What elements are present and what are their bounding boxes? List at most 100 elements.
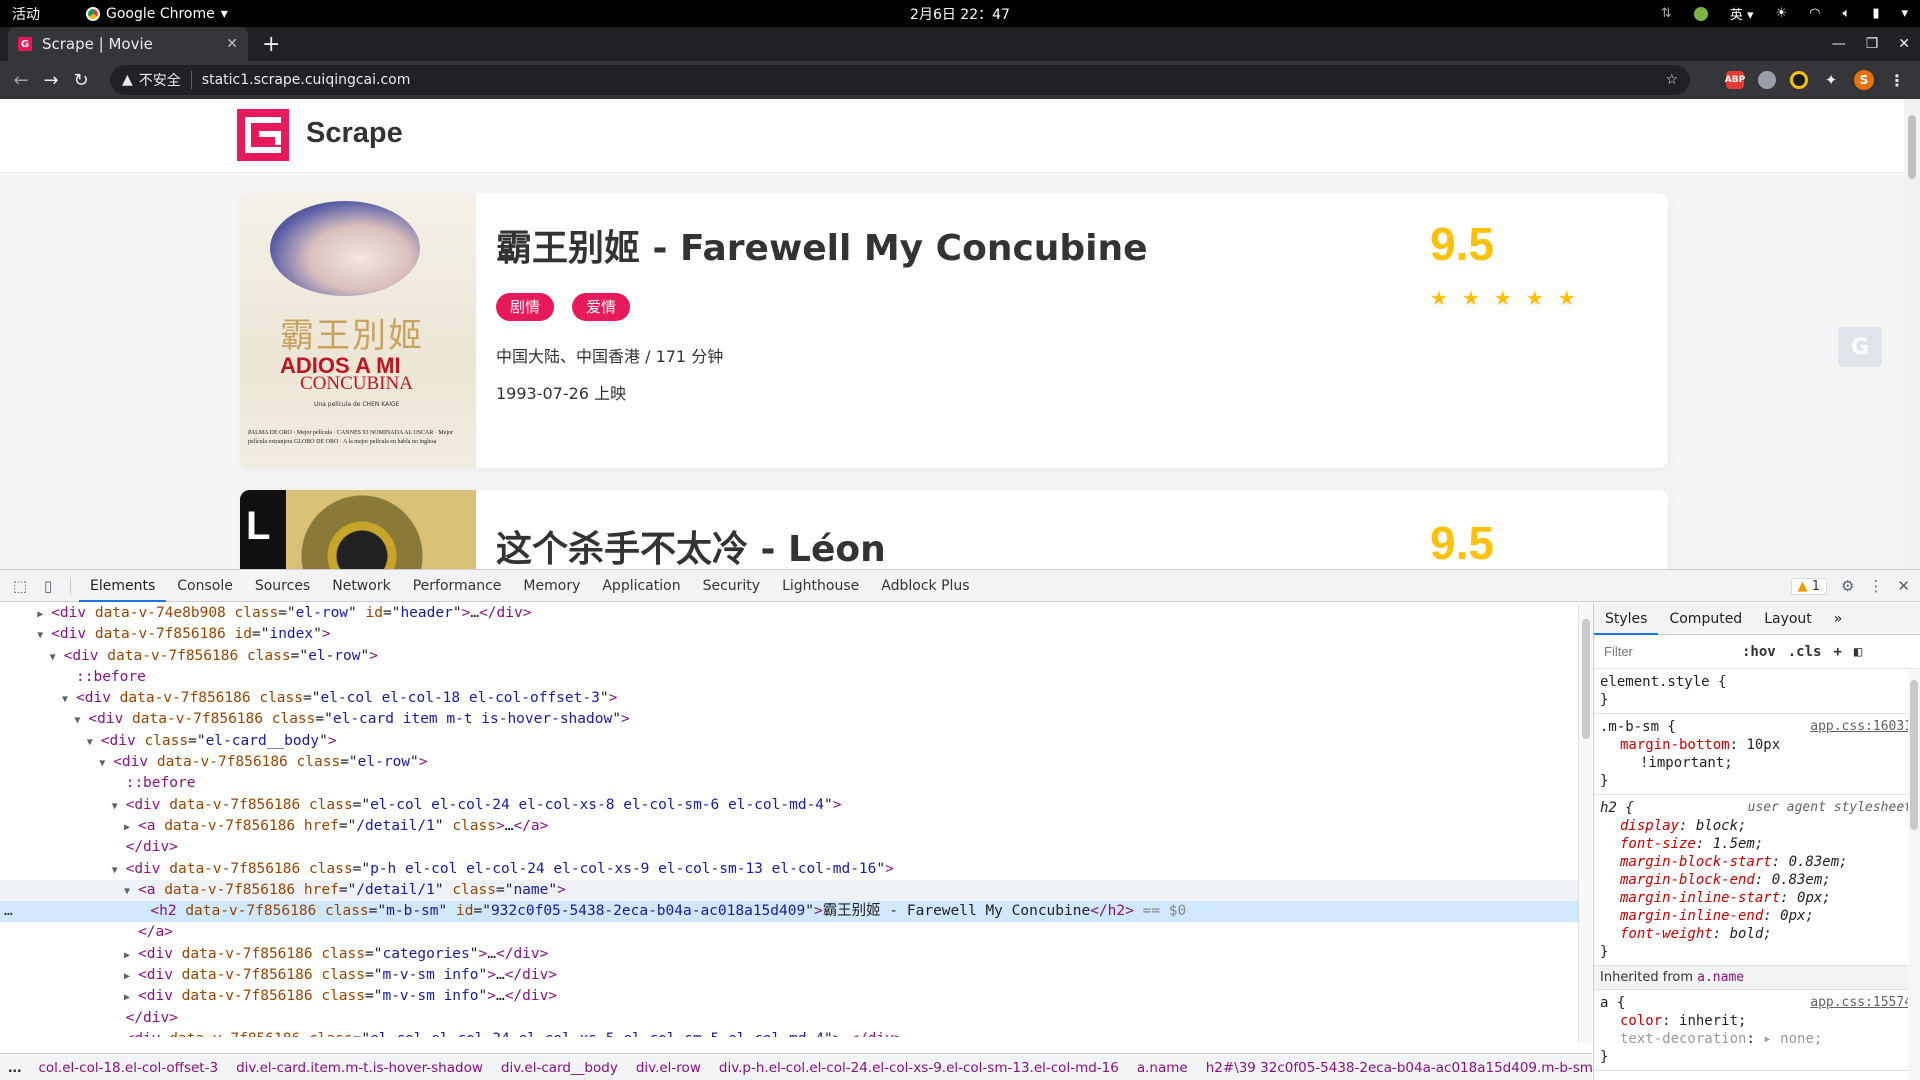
css-rule-a[interactable]: a { app.css:15574 color: inherit; text-de… (1594, 990, 1920, 1071)
collapsed-triangle-icon[interactable]: ▶ (37, 604, 51, 625)
devtools-tab-application[interactable]: Application (591, 570, 691, 602)
dom-node[interactable]: </a> (0, 922, 1578, 943)
dom-node[interactable]: ▶ <div data-v-7f856186 class="categories"… (0, 944, 1578, 965)
ghostery-icon[interactable] (1758, 71, 1776, 89)
dom-node[interactable]: ▼ <div data-v-7f856186 id="index"> (0, 624, 1578, 645)
devtools-tab-elements[interactable]: Elements (79, 570, 167, 602)
css-property[interactable]: color: inherit; (1600, 1012, 1914, 1030)
css-property[interactable]: margin-bottom: 10px (1600, 736, 1914, 754)
dom-tree-scrollbar[interactable] (1578, 603, 1592, 1043)
css-rule-h2-user-agent[interactable]: h2 { user agent stylesheet display: bloc… (1594, 795, 1920, 966)
expanded-triangle-icon[interactable]: ▼ (74, 710, 88, 731)
new-style-rule-icon[interactable]: + (1833, 644, 1841, 660)
clock[interactable]: 2月6日 22：47 (910, 4, 1010, 24)
close-window-icon[interactable]: ✕ (1898, 36, 1910, 52)
elements-dom-tree[interactable]: ▶ <div data-v-74e8b908 class="el-row" id=… (0, 603, 1578, 1037)
node-actions-icon[interactable]: … (4, 901, 13, 922)
devtools-tab-memory[interactable]: Memory (512, 570, 591, 602)
tab-layout[interactable]: Layout (1753, 603, 1823, 635)
css-property[interactable]: font-size: 1.5em; (1600, 835, 1914, 853)
devtools-tab-security[interactable]: Security (692, 570, 772, 602)
dom-node[interactable]: ▼ <a data-v-7f856186 href="/detail/1" cla… (0, 879, 1578, 902)
css-property[interactable]: margin-block-end: 0.83em; (1600, 871, 1914, 889)
collapsed-triangle-icon[interactable]: ▶ (124, 966, 138, 987)
element-style-rule[interactable]: element.style { } (1594, 669, 1920, 714)
dom-tree-scrollbar-thumb[interactable] (1582, 619, 1590, 739)
expanded-triangle-icon[interactable]: ▼ (87, 732, 101, 753)
breadcrumb-overflow-icon[interactable]: … (0, 1060, 30, 1076)
styles-pane-scrollbar-thumb[interactable] (1910, 680, 1918, 830)
dom-node[interactable]: ▶ <a data-v-7f856186 href="/detail/1" cla… (0, 816, 1578, 837)
css-property[interactable]: display: block; (1600, 817, 1914, 835)
breadcrumb-item[interactable]: h2#\39 32c0f05-5438-2eca-b04a-ac018a15d4… (1197, 1060, 1592, 1076)
rule-source-link[interactable]: app.css:15574 (1810, 994, 1912, 1012)
dom-node[interactable]: ::before (0, 667, 1578, 688)
dom-node[interactable]: ▼ <div data-v-7f856186 class="el-row"> (0, 752, 1578, 773)
address-bar[interactable]: ▲ 不安全 static1.scrape.cuiqingcai.com ☆ (110, 65, 1690, 95)
toggle-sidebar-icon[interactable]: ◧ (1854, 644, 1862, 660)
css-property[interactable]: text-decoration: ▸ none; (1600, 1030, 1914, 1048)
extensions-puzzle-icon[interactable]: ✦ (1822, 71, 1840, 89)
dom-node[interactable]: ▼ <div data-v-7f856186 class="p-h el-col … (0, 859, 1578, 880)
devtools-tab-performance[interactable]: Performance (402, 570, 513, 602)
css-property[interactable]: margin-inline-end: 0px; (1600, 907, 1914, 925)
styles-filter-input[interactable] (1600, 639, 1730, 664)
floating-scrape-icon[interactable]: G (1838, 327, 1882, 367)
devtools-tab-console[interactable]: Console (166, 570, 244, 602)
dom-node[interactable]: ▶ <div data-v-7f856186 class="m-v-sm info… (0, 986, 1578, 1007)
app-menu[interactable]: Google Chrome ▾ (86, 6, 228, 22)
expanded-triangle-icon[interactable]: ▼ (62, 689, 76, 710)
tab-close-icon[interactable]: ✕ (226, 36, 238, 52)
dom-node[interactable]: ▼ <div data-v-7f856186 class="el-row"> (0, 646, 1578, 667)
battery-icon[interactable]: ▮ (1872, 6, 1879, 21)
app-indicator-icon[interactable] (1693, 6, 1708, 21)
input-method-indicator[interactable]: 英 ▾ (1730, 4, 1754, 23)
devtools-tab-sources[interactable]: Sources (244, 570, 321, 602)
page-scrollbar-thumb[interactable] (1908, 115, 1916, 179)
styles-pane-scrollbar[interactable] (1908, 670, 1920, 1080)
dom-node[interactable]: </div> (0, 1008, 1578, 1029)
breadcrumb-item[interactable]: div.el-card.item.m-t.is-hover-shadow (227, 1060, 492, 1076)
dom-node[interactable]: </div> (0, 837, 1578, 858)
breadcrumb-item[interactable]: div.el-card__body (492, 1060, 627, 1076)
new-tab-button[interactable]: + (262, 27, 280, 61)
wifi-icon[interactable]: ◠ (1809, 6, 1820, 21)
expanded-triangle-icon[interactable]: ▼ (99, 753, 113, 774)
site-title[interactable]: Scrape (306, 117, 403, 150)
hover-state-toggle[interactable]: :hov (1742, 644, 1776, 660)
inspect-element-icon[interactable]: ⬚ (6, 577, 34, 595)
movie-title[interactable]: 霸王别姬 - Farewell My Concubine (496, 219, 1148, 271)
device-toolbar-icon[interactable]: ▯ (34, 577, 62, 595)
breadcrumb-item[interactable]: col.el-col-18.el-col-offset-3 (30, 1060, 228, 1076)
dom-node[interactable]: ▼ <div class="el-card__body"> (0, 731, 1578, 752)
tab-styles[interactable]: Styles (1594, 603, 1659, 635)
expanded-triangle-icon[interactable]: ▼ (37, 625, 51, 646)
warnings-badge[interactable]: ▲ 1 (1790, 577, 1827, 595)
scrape-logo-icon[interactable] (237, 109, 289, 161)
css-property[interactable]: margin-inline-start: 0px; (1600, 889, 1914, 907)
bookmark-star-icon[interactable]: ☆ (1665, 72, 1678, 88)
dom-node[interactable]: ▼ <div data-v-7f856186 class="el-col el-c… (0, 795, 1578, 816)
category-tag[interactable]: 剧情 (496, 293, 555, 321)
dom-node[interactable]: ▶ <div data-v-7f856186 class="m-v-sm info… (0, 965, 1578, 986)
system-menu-chevron-icon[interactable]: ▾ (1901, 6, 1908, 21)
dom-node[interactable]: ▶<div data-v-7f856186 class="el-col el-c… (0, 1029, 1578, 1037)
css-property[interactable]: font-weight: bold; (1600, 925, 1914, 943)
devtools-tab-lighthouse[interactable]: Lighthouse (771, 570, 870, 602)
activities-button[interactable]: 活动 (12, 4, 40, 24)
collapsed-triangle-icon[interactable]: ▶ (124, 945, 138, 966)
rule-source-link[interactable]: app.css:16031 (1810, 718, 1912, 736)
movie-title[interactable]: 这个杀手不太冷 - Léon (496, 520, 886, 569)
dom-node[interactable]: ▼ <div data-v-7f856186 class="el-col el-c… (0, 688, 1578, 709)
expanded-triangle-icon[interactable]: ▼ (112, 860, 126, 881)
dark-reader-icon[interactable] (1790, 71, 1808, 89)
css-rule-m-b-sm[interactable]: .m-b-sm { app.css:16031 margin-bottom: 1… (1594, 714, 1920, 795)
minimize-icon[interactable]: — (1832, 36, 1846, 52)
more-options-icon[interactable]: ⋮ (1868, 577, 1883, 595)
collapsed-triangle-icon[interactable]: ▶ (112, 1030, 126, 1037)
close-devtools-icon[interactable]: ✕ (1897, 577, 1910, 595)
expanded-triangle-icon[interactable]: ▼ (124, 881, 138, 902)
movie-poster[interactable] (240, 490, 476, 569)
dom-node[interactable]: ::before (0, 773, 1578, 794)
volume-icon[interactable]: 🔈︎ (1843, 6, 1851, 21)
